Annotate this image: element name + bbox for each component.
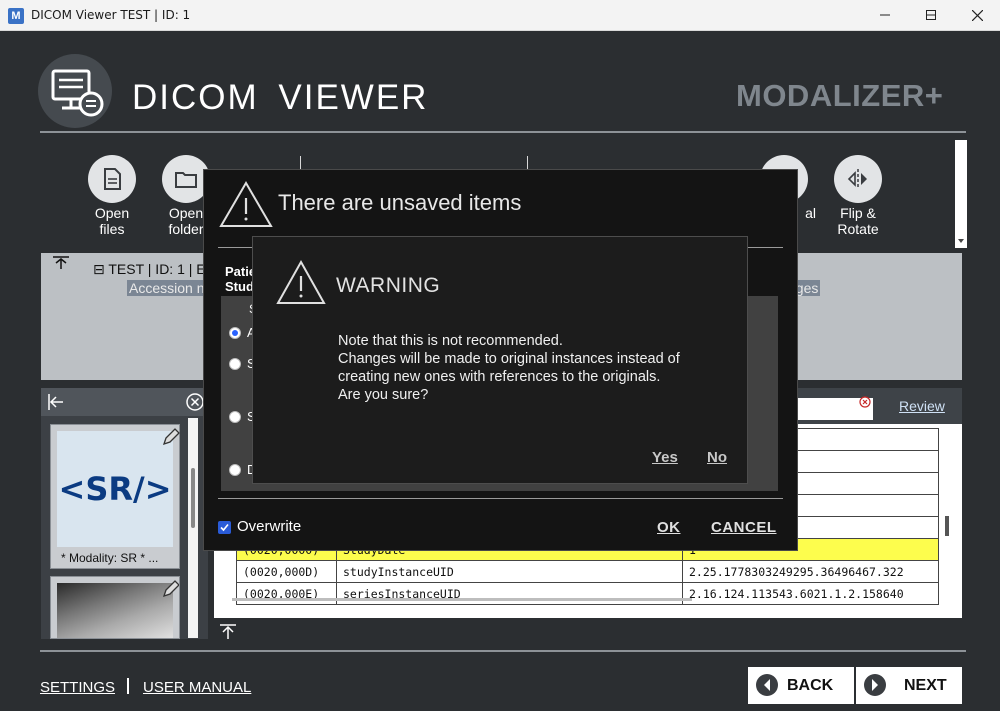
flip-rotate-label-1: Flip & (840, 205, 876, 221)
warning-dialog: WARNING Note that this is not recommende… (252, 236, 748, 484)
warning-message-line: Changes will be made to original instanc… (338, 351, 680, 367)
window-title: DICOM Viewer TEST | ID: 1 (31, 8, 191, 22)
clear-search-icon (859, 396, 871, 408)
footer-separator (127, 678, 129, 694)
flip-rotate-button[interactable]: Flip & Rotate (826, 155, 890, 237)
warning-message-line: Note that this is not recommended. (338, 333, 563, 349)
image-thumbnail (57, 583, 173, 638)
chevron-right-icon (872, 679, 878, 691)
overwrite-checkbox[interactable] (218, 521, 231, 534)
flip-icon (847, 169, 867, 189)
close-button[interactable] (954, 0, 1000, 31)
option-radio-4[interactable] (229, 464, 241, 476)
dialog-divider (218, 498, 783, 499)
app-logo (38, 54, 112, 128)
minimize-area[interactable] (862, 0, 908, 31)
pencil-icon[interactable] (161, 579, 180, 599)
chevron-left-icon (764, 679, 770, 691)
collapse-up-icon[interactable] (218, 624, 238, 640)
yes-button[interactable]: Yes (652, 449, 678, 466)
open-files-label-1: Open (94, 205, 130, 221)
thumbnail-header (41, 388, 208, 416)
option-radio-2[interactable] (229, 358, 241, 370)
collapse-left-icon[interactable] (47, 392, 67, 412)
viewer-logo-icon (51, 69, 104, 117)
dialog-title: There are unsaved items (278, 190, 522, 215)
close-circle-icon[interactable] (185, 392, 205, 412)
option-radio-1[interactable] (229, 327, 241, 339)
table-row[interactable]: (0020,000D) studyInstanceUID 2.25.17783032… (236, 560, 939, 583)
maximize-icon (926, 10, 936, 20)
warning-message: Note that this is not recommended. Chang… (338, 332, 680, 404)
close-icon (972, 10, 983, 21)
file-icon (104, 168, 121, 190)
header-divider (40, 131, 966, 133)
thumbnail-caption: * Modality: SR * ... (61, 551, 159, 565)
warning-message-line: creating new ones with references to the… (338, 369, 661, 385)
attributes-vscrollbar[interactable] (942, 428, 954, 603)
no-button[interactable]: No (707, 449, 727, 466)
table-row[interactable]: (0020,000E) seriesInstanceUID 2.16.124.113… (236, 582, 939, 605)
scroll-down-arrow-icon (958, 239, 964, 243)
option-radio-3[interactable] (229, 411, 241, 423)
window-titlebar: M DICOM Viewer TEST | ID: 1 (0, 0, 1000, 31)
thumbnail-item[interactable]: <SR/> * Modality: SR * ... (50, 424, 180, 569)
overwrite-label: Overwrite (237, 518, 302, 535)
app-title: DICOM VIEWER (132, 78, 429, 117)
warning-icon (276, 259, 326, 304)
thumbnail-item[interactable] (50, 576, 180, 639)
next-button[interactable]: NEXT (856, 667, 962, 704)
checkmark-icon (220, 523, 229, 532)
collapse-up-icon[interactable] (51, 256, 71, 274)
study-tree-item[interactable]: ⊟ TEST | ID: 1 | E (93, 261, 206, 278)
attributes-footer (214, 618, 962, 642)
open-files-label-2: files (99, 221, 125, 237)
cancel-button[interactable]: CANCEL (711, 519, 777, 536)
minimize-icon (880, 14, 890, 16)
study-label: Stud (225, 279, 254, 294)
warning-message-line: Are you sure? (338, 387, 429, 403)
thumbnail-scrollbar[interactable] (188, 418, 198, 638)
settings-link[interactable]: SETTINGS (40, 679, 115, 696)
review-link[interactable]: Review (899, 398, 945, 414)
toolbar-scrollbar[interactable] (955, 140, 967, 248)
sr-thumbnail-image: <SR/> (57, 431, 173, 547)
folder-icon (175, 172, 197, 188)
user-manual-link[interactable]: USER MANUAL (143, 679, 251, 696)
search-input[interactable] (797, 396, 873, 420)
back-button[interactable]: BACK (748, 667, 854, 704)
warning-icon (219, 181, 273, 227)
thumbnail-panel: <SR/> * Modality: SR * ... (41, 388, 208, 639)
accession-field: Accession n (127, 280, 207, 296)
open-files-button[interactable]: Open files (80, 155, 144, 237)
brand-logo: MODALIZER+ (736, 78, 944, 113)
pencil-icon[interactable] (161, 427, 181, 447)
maximize-button[interactable] (908, 0, 954, 31)
ok-button[interactable]: OK (657, 519, 681, 536)
footer-divider (40, 650, 966, 652)
warning-title: WARNING (336, 274, 441, 297)
app-icon: M (8, 8, 24, 24)
flip-rotate-label-2: Rotate (837, 221, 879, 237)
attributes-hscrollbar[interactable] (232, 598, 692, 601)
